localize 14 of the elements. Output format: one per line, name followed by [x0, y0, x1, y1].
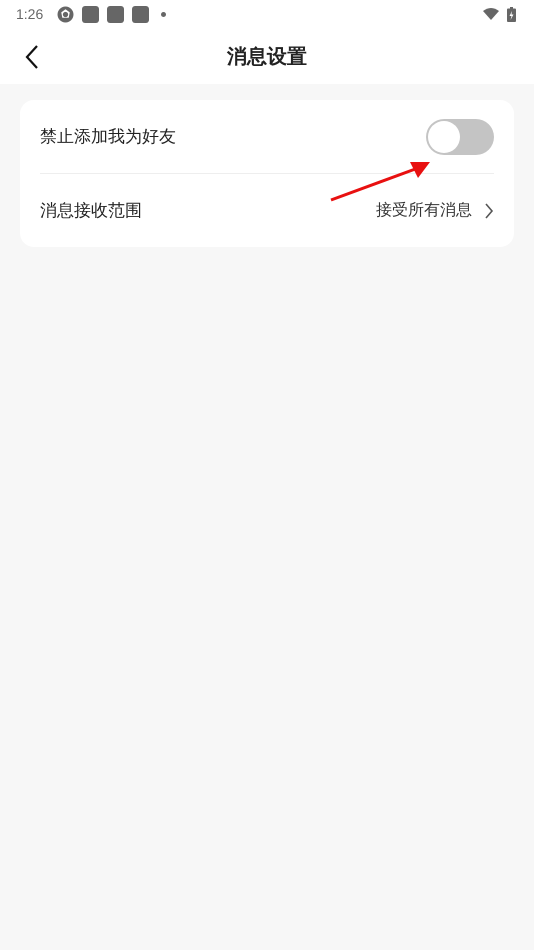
- toggle-switch[interactable]: [426, 118, 494, 154]
- notification-icon: [107, 6, 124, 22]
- status-time: 1:26: [16, 6, 44, 22]
- setting-label: 消息接收范围: [40, 200, 143, 222]
- page-title: 消息设置: [227, 42, 307, 70]
- more-notifications-icon: [161, 12, 166, 16]
- setting-value[interactable]: 接受所有消息: [376, 200, 472, 221]
- notification-icon: [132, 6, 150, 22]
- battery-icon: [507, 6, 516, 22]
- wifi-icon: [483, 8, 499, 20]
- aperture-icon: [57, 6, 74, 22]
- setting-label: 禁止添加我为好友: [40, 126, 177, 148]
- chevron-right-icon: [484, 202, 494, 220]
- notification-icon: [82, 6, 100, 22]
